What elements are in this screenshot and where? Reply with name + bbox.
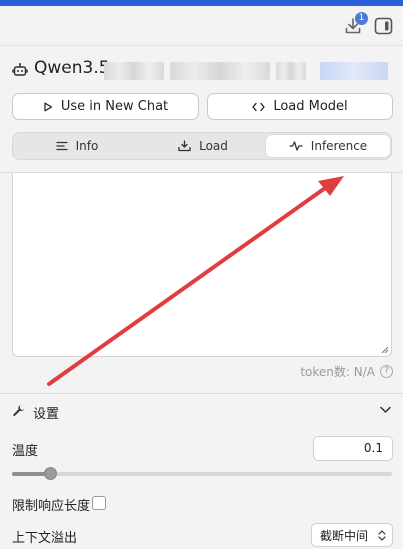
select-arrows-icon [378,530,386,541]
settings-section-header[interactable]: 设置 [0,394,403,427]
model-tabs: Info Load Inference [12,132,392,160]
activity-icon [289,141,303,151]
token-count-label: token数: N/A [300,365,375,379]
panel-toggle-icon[interactable] [374,17,393,35]
use-in-new-chat-label: Use in New Chat [60,99,169,114]
temperature-slider-thumb[interactable] [44,467,57,480]
wrench-icon [13,405,25,416]
tab-inference[interactable]: Inference [266,135,390,157]
redacted-model-name [170,62,270,80]
chevron-down-icon[interactable] [380,406,391,414]
robot-icon [12,63,28,76]
temperature-input[interactable]: 0.1 [313,436,393,461]
limit-response-length-label: 限制响应长度 [12,499,91,514]
redacted-model-name [104,62,164,80]
help-icon[interactable]: ? [380,365,393,378]
play-icon [44,102,52,111]
list-icon [55,141,68,151]
tab-info[interactable]: Info [15,135,139,157]
code-brackets-icon [252,102,265,111]
resize-grip-icon[interactable] [381,346,389,354]
tab-inference-label: Inference [310,139,368,153]
tab-load-label: Load [199,139,228,153]
redacted-model-name [276,62,306,80]
system-prompt-textarea[interactable] [12,173,392,357]
temperature-slider[interactable] [12,467,392,480]
temperature-label: 温度 [12,444,39,459]
tray-load-icon [178,140,191,152]
context-overflow-label: 上下文溢出 [12,531,78,546]
tab-load[interactable]: Load [141,135,265,157]
token-count-row: token数: N/A ? [300,363,393,380]
use-in-new-chat-button[interactable]: Use in New Chat [12,93,199,120]
tab-info-label: Info [75,139,99,153]
context-overflow-value: 截断中间 [320,528,369,543]
redacted-model-link[interactable] [320,62,388,80]
settings-title: 设置 [33,407,60,422]
panel-header: 1 [0,6,403,46]
load-model-button[interactable]: Load Model [207,93,393,120]
load-model-label: Load Model [273,99,348,114]
download-count-badge: 1 [355,12,368,25]
limit-response-length-checkbox[interactable] [92,496,106,510]
context-overflow-select[interactable]: 截断中间 [311,523,393,547]
